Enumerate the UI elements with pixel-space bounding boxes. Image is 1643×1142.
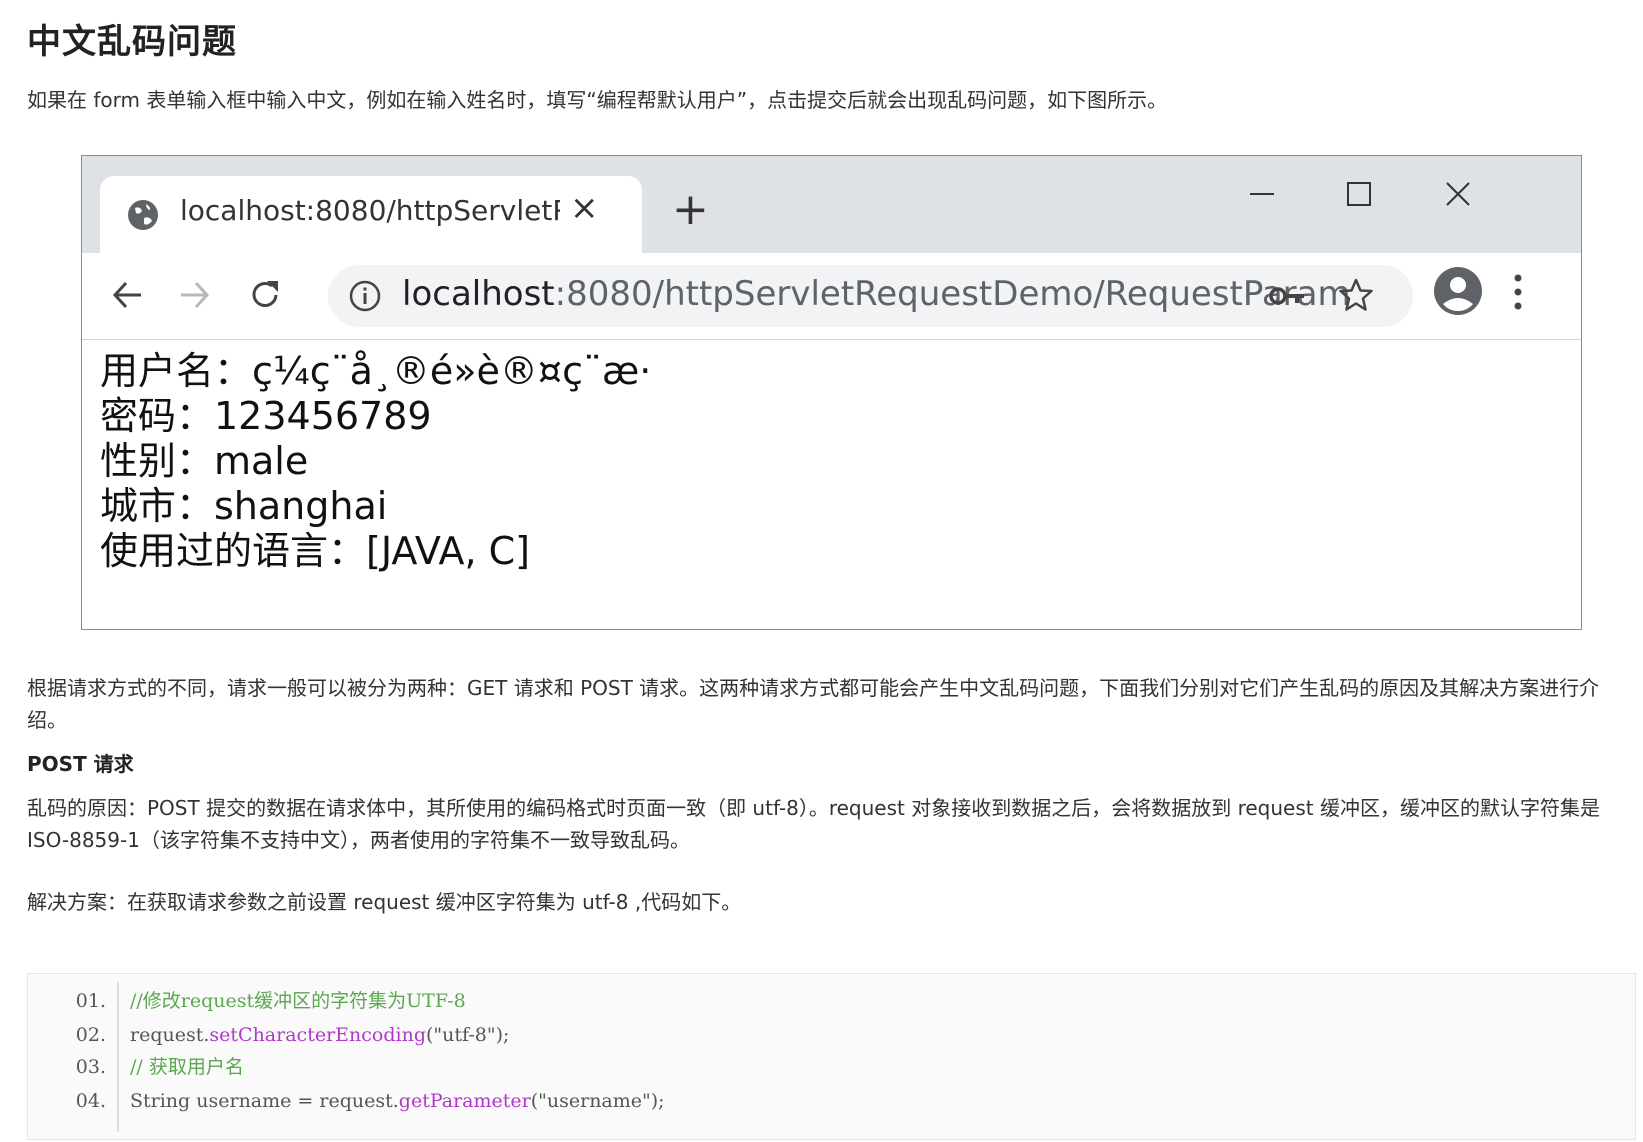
line-number: 01. <box>75 990 106 1012</box>
line-number: 03. <box>75 1056 106 1078</box>
page: 中文乱码问题 如果在 form 表单输入框中输入中文，例如在输入姓名时，填写“编… <box>0 0 1643 1142</box>
code-text: String username = request.getParameter("… <box>130 1084 665 1118</box>
minimize-icon[interactable] <box>1242 174 1282 214</box>
tab-bar: localhost:8080/httpServletReq × + <box>82 156 1581 253</box>
code-line: 03. // 获取用户名 <box>28 1050 1635 1084</box>
address-bar[interactable]: localhost:8080/httpServletRequestDemo/Re… <box>328 265 1413 327</box>
code-object: request. <box>130 1024 210 1046</box>
url-host: localhost <box>402 274 555 314</box>
request-types-paragraph: 根据请求方式的不同，请求一般可以被分为两种：GET 请求和 POST 请求。这两… <box>27 676 1600 732</box>
code-comment: // 获取用户名 <box>130 1056 244 1078</box>
cause-paragraph: 乱码的原因：POST 提交的数据在请求体中，其所使用的编码格式时页面一致（即 u… <box>27 796 1600 852</box>
city-line: 城市：shanghai <box>100 484 388 528</box>
browser-tab[interactable]: localhost:8080/httpServletReq × <box>100 176 642 253</box>
password-line: 密码：123456789 <box>100 394 432 438</box>
key-icon[interactable] <box>1268 281 1306 311</box>
forward-arrow-icon[interactable] <box>175 275 215 315</box>
code-args: ("username"); <box>530 1090 665 1112</box>
new-tab-icon[interactable]: + <box>672 188 709 232</box>
code-comment: //修改request缓冲区的字符集为UTF-8 <box>130 990 466 1012</box>
page-content: 用户名：ç¼ç¨å¸®é»è®¤ç¨æ· 密码：123456789 性别：mal… <box>100 349 651 574</box>
url-path: :8080/httpServletRequestDemo/RequestPara… <box>554 274 1351 314</box>
browser-screenshot: localhost:8080/httpServletReq × + <box>81 155 1582 630</box>
line-number: 02. <box>75 1024 106 1046</box>
back-arrow-icon[interactable] <box>107 275 147 315</box>
code-block: 01. //修改request缓冲区的字符集为UTF-8 02. request… <box>27 973 1636 1140</box>
url-text[interactable]: localhost:8080/httpServletRequestDemo/Re… <box>402 274 1351 314</box>
globe-icon <box>128 200 158 230</box>
code-line: 02. request.setCharacterEncoding("utf-8"… <box>28 1018 1635 1052</box>
browser-toolbar: localhost:8080/httpServletRequestDemo/Re… <box>82 253 1581 340</box>
line-number: 04. <box>75 1090 106 1112</box>
code-args: ("utf-8"); <box>425 1024 510 1046</box>
menu-kebab-icon[interactable] <box>1512 271 1524 313</box>
username-line: 用户名：ç¼ç¨å¸®é»è®¤ç¨æ· <box>100 349 652 393</box>
profile-avatar-icon[interactable] <box>1433 266 1483 316</box>
languages-line: 使用过的语言：[JAVA, C] <box>100 529 531 573</box>
post-request-heading: POST 请求 <box>27 752 134 776</box>
code-method: getParameter <box>398 1090 531 1112</box>
solution-paragraph: 解决方案：在获取请求参数之前设置 request 缓冲区字符集为 utf-8 ,… <box>27 890 742 914</box>
code-line: 01. //修改request缓冲区的字符集为UTF-8 <box>28 984 1635 1018</box>
gender-line: 性别：male <box>100 439 309 483</box>
code-text: request.setCharacterEncoding("utf-8"); <box>130 1018 509 1052</box>
maximize-icon[interactable] <box>1339 174 1379 214</box>
close-window-icon[interactable] <box>1438 174 1478 214</box>
intro-paragraph: 如果在 form 表单输入框中输入中文，例如在输入姓名时，填写“编程帮默认用户”… <box>27 88 1168 112</box>
code-line: 04. String username = request.getParamet… <box>28 1084 1635 1118</box>
code-statement: String username = request. <box>130 1090 399 1112</box>
tab-title: localhost:8080/httpServletReq <box>180 194 560 227</box>
info-icon[interactable] <box>348 279 382 313</box>
tab-close-icon[interactable]: × <box>570 188 599 228</box>
page-title: 中文乱码问题 <box>27 22 237 62</box>
bookmark-star-icon[interactable] <box>1338 277 1374 313</box>
code-method: setCharacterEncoding <box>209 1024 426 1046</box>
reload-icon[interactable] <box>245 275 285 315</box>
